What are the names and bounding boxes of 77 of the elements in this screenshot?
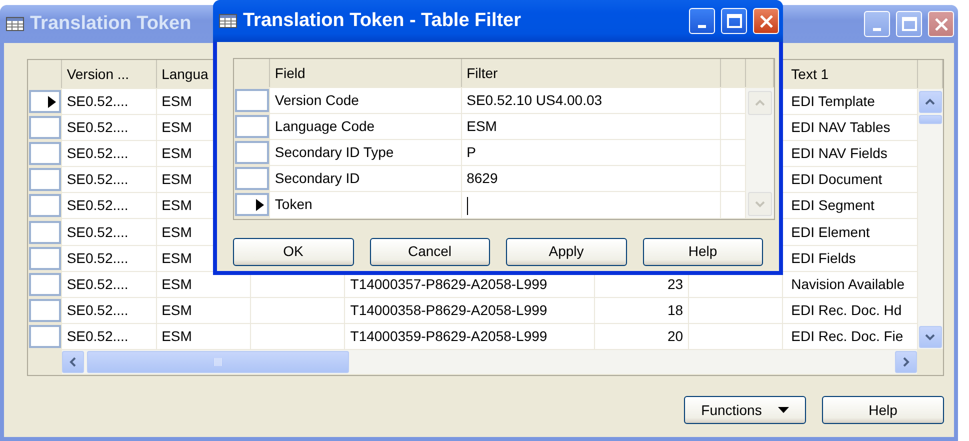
table-cell: ESM <box>162 276 192 292</box>
table-cell[interactable]: P <box>466 144 476 160</box>
table-cell[interactable]: ESM <box>466 118 497 134</box>
scroll-up-button[interactable] <box>919 91 942 113</box>
table-cell: ESM <box>162 197 192 214</box>
table-cell: SE0.52.... <box>66 171 128 188</box>
table-cell: T14000358-P8629-A2058-L999 <box>350 302 548 318</box>
window-title: Translation Token <box>30 12 192 36</box>
table-cell: Language Code <box>274 118 375 134</box>
table-cell: EDI Rec. Doc. Hd <box>791 302 902 318</box>
table-cell: Navision Available <box>791 276 905 292</box>
table-cell: Secondary ID Type <box>274 144 394 160</box>
table-cell: EDI Rec. Doc. Fie <box>791 328 904 344</box>
table-cell: ESM <box>162 328 192 344</box>
close-button[interactable] <box>753 8 779 34</box>
table-icon <box>219 14 237 28</box>
table-icon <box>6 17 24 31</box>
table-cell: EDI Document <box>791 171 882 188</box>
caret-icon <box>778 407 789 413</box>
table-cell: Version Code <box>274 92 359 108</box>
table-cell: EDI Template <box>791 93 875 110</box>
table-cell: ESM <box>162 119 192 136</box>
scroll-left-button[interactable] <box>62 351 84 373</box>
table-cell: SE0.52.... <box>66 250 128 266</box>
table-cell: ESM <box>162 93 192 110</box>
table-cell: EDI Fields <box>791 250 856 266</box>
table-cell: 23 <box>667 276 684 292</box>
table-cell: SE0.52.... <box>66 276 128 292</box>
column-header[interactable]: Text 1 <box>791 66 829 82</box>
table-cell: SE0.52.... <box>66 93 128 110</box>
scroll-right-button[interactable] <box>895 351 917 373</box>
table-cell: SE0.52.... <box>66 328 128 344</box>
table-cell: SE0.52.... <box>66 119 128 136</box>
scroll-thumb[interactable] <box>86 351 349 373</box>
table-cell: SE0.52.... <box>66 302 128 318</box>
column-header[interactable]: Field <box>274 65 306 81</box>
table-cell: ESM <box>162 250 192 266</box>
grip-icon <box>214 358 222 366</box>
dropdown-button[interactable]: Functions <box>684 396 806 424</box>
table-cell: ESM <box>162 224 192 240</box>
minimize-icon <box>873 28 881 31</box>
table-cell: ESM <box>162 171 192 188</box>
row-selector[interactable] <box>30 90 60 114</box>
table-cell: EDI Element <box>791 224 870 240</box>
close-icon <box>934 16 948 32</box>
table-cell: T14000359-P8629-A2058-L999 <box>350 328 548 344</box>
column-header[interactable]: Filter <box>466 65 498 81</box>
scroll-down-button[interactable] <box>919 326 942 348</box>
maximize-icon <box>726 14 742 28</box>
close-icon <box>758 14 774 28</box>
dialog-button[interactable]: Apply <box>506 238 626 266</box>
table-cell: SE0.52.... <box>66 145 128 162</box>
minimize-icon <box>698 25 706 28</box>
table-cell: EDI NAV Fields <box>791 145 888 162</box>
dialog-button[interactable]: Help <box>642 238 763 266</box>
dialog-button[interactable]: Cancel <box>370 238 490 266</box>
close-button[interactable] <box>928 11 954 37</box>
table-cell: ESM <box>162 302 192 318</box>
table-cell: EDI NAV Tables <box>791 119 890 136</box>
table-cell: ESM <box>162 145 192 162</box>
maximize-button[interactable] <box>721 8 747 34</box>
window-title: Translation Token - Table Filter <box>243 8 522 33</box>
dialog-button[interactable]: OK <box>233 238 354 266</box>
table-cell[interactable]: 8629 <box>466 170 498 186</box>
help-button[interactable]: Help <box>822 396 944 424</box>
table-cell: 18 <box>667 302 684 318</box>
table-cell: SE0.52.... <box>66 224 128 240</box>
table-cell: SE0.52.... <box>66 197 128 214</box>
table-cell: T14000357-P8629-A2058-L999 <box>350 276 548 292</box>
table-cell: 20 <box>667 328 684 344</box>
maximize-icon <box>902 17 916 31</box>
table-cell: Token <box>274 196 312 212</box>
table-cell: Secondary ID <box>274 170 360 186</box>
row-selector[interactable] <box>236 193 268 216</box>
scroll-thumb[interactable] <box>919 115 942 124</box>
table-cell: EDI Segment <box>791 197 874 214</box>
minimize-button[interactable] <box>689 8 715 34</box>
